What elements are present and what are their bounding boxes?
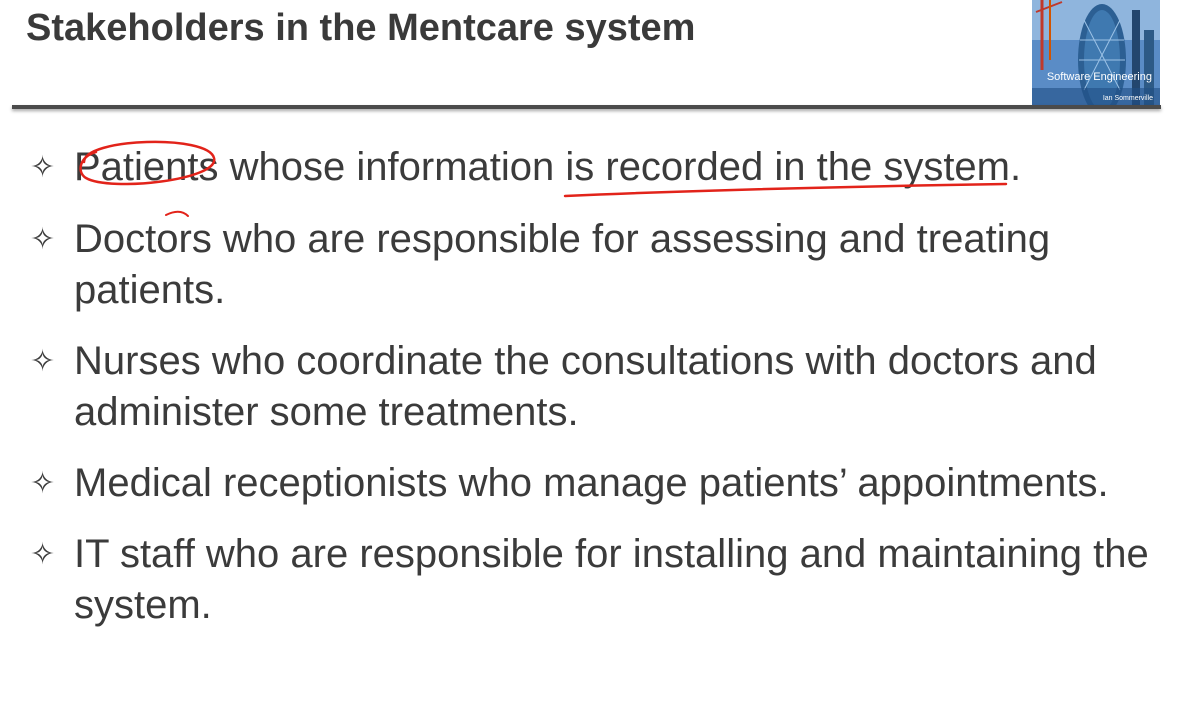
list-item: ✧ Nurses who coordinate the consultation…: [30, 336, 1170, 438]
bullet-text: Patients whose information is recorded i…: [74, 145, 1022, 189]
diamond-star-icon: ✧: [30, 151, 56, 184]
cover-title: Software Engineering: [1046, 71, 1152, 83]
diamond-star-icon: ✧: [30, 345, 56, 378]
slide-title: Stakeholders in the Mentcare system: [26, 7, 696, 49]
list-item: ✧ IT staff who are responsible for insta…: [30, 529, 1170, 631]
bullet-text: Medical receptionists who manage patient…: [74, 461, 1109, 505]
list-item: ✧ Doctors who are responsible for assess…: [30, 214, 1170, 316]
title-divider: [12, 105, 1161, 109]
diamond-star-icon: ✧: [30, 467, 56, 500]
bullet-text: IT staff who are responsible for install…: [74, 532, 1149, 627]
building-illustration-icon: [1032, 0, 1160, 108]
bullet-list: ✧ Patients whose information is recorded…: [30, 142, 1170, 651]
book-cover-image: Software Engineering Ian Sommerville: [1032, 0, 1160, 108]
cover-author: Ian Sommerville: [1102, 95, 1153, 102]
bullet-text: Doctors who are responsible for assessin…: [74, 217, 1051, 312]
list-item: ✧ Medical receptionists who manage patie…: [30, 458, 1170, 509]
list-item: ✧ Patients whose information is recorded…: [30, 142, 1170, 193]
diamond-star-icon: ✧: [30, 538, 56, 571]
diamond-star-icon: ✧: [30, 223, 56, 256]
bullet-text: Nurses who coordinate the consultations …: [74, 339, 1097, 434]
